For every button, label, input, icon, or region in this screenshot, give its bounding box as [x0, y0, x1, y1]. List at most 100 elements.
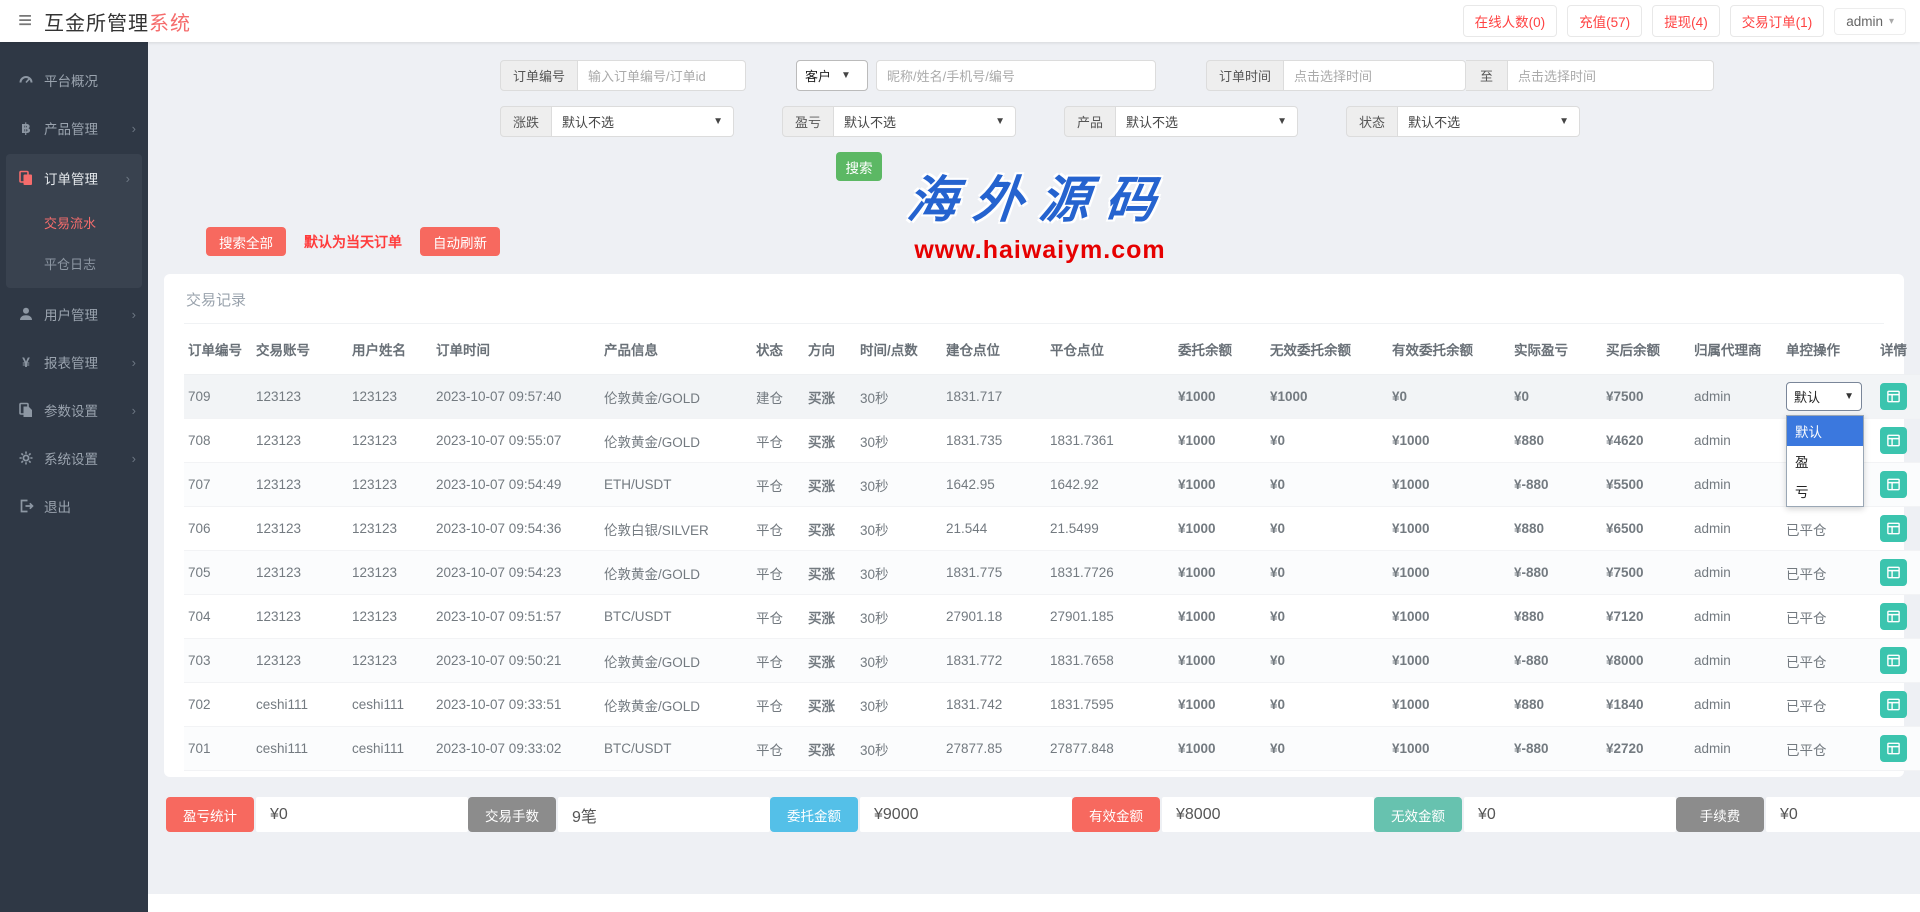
column-header: 单控操作: [1782, 324, 1876, 375]
filter-select[interactable]: 默认不选▼: [552, 106, 734, 137]
user-menu[interactable]: admin ▾: [1834, 8, 1906, 35]
time-end-input[interactable]: 点击选择时间: [1508, 60, 1714, 91]
cell-account: 123123: [252, 463, 348, 507]
sidebar-subitem-1[interactable]: 平仓日志: [6, 243, 142, 284]
filter-select[interactable]: 默认不选▼: [834, 106, 1016, 137]
logout-icon: [18, 498, 34, 514]
customer-input[interactable]: 昵称/姓名/手机号/编号: [876, 60, 1156, 91]
auto-refresh-button[interactable]: 自动刷新: [420, 227, 500, 256]
cell-status: 平仓: [752, 683, 804, 727]
column-header: 方向: [804, 324, 856, 375]
sidebar-subitem-0[interactable]: 交易流水: [6, 202, 142, 243]
sidebar-item-1[interactable]: ฿产品管理›: [0, 104, 148, 152]
table-detail-icon: [1886, 653, 1901, 668]
user-icon: [18, 306, 34, 322]
today-order-note: 默认为当天订单: [304, 232, 402, 252]
trade-order-count-button[interactable]: 交易订单(1): [1730, 5, 1825, 37]
cell-entrust-balance: ¥1000: [1174, 639, 1266, 683]
menu-toggle-icon[interactable]: ≡: [18, 9, 32, 33]
time-start-input[interactable]: 点击选择时间: [1284, 60, 1466, 91]
yen-icon: ¥: [18, 354, 34, 370]
cell-entrust-balance: ¥1000: [1174, 463, 1266, 507]
cell-valid-balance: ¥1000: [1388, 463, 1510, 507]
cell-account: 123123: [252, 419, 348, 463]
filter-select[interactable]: 默认不选▼: [1116, 106, 1298, 137]
withdraw-count-button[interactable]: 提现(4): [1652, 5, 1720, 37]
detail-button[interactable]: [1880, 603, 1907, 630]
search-all-button[interactable]: 搜索全部: [206, 227, 286, 256]
sidebar-item-7[interactable]: 退出: [0, 482, 148, 530]
cell-valid-balance: ¥0: [1388, 375, 1510, 419]
cell-status: 平仓: [752, 727, 804, 771]
dropdown-option[interactable]: 默认: [1787, 416, 1863, 446]
dropdown-option[interactable]: 亏: [1787, 476, 1863, 506]
cell-actual-profit: ¥0: [1510, 375, 1602, 419]
cell-control: 已平仓: [1782, 507, 1876, 551]
recharge-count-button[interactable]: 充值(57): [1567, 5, 1642, 37]
cell-agent: admin: [1690, 507, 1782, 551]
summary-value: ¥0: [256, 797, 468, 832]
cell-close-price: 21.5499: [1046, 507, 1174, 551]
trade-records-table: 订单编号交易账号用户姓名订单时间产品信息状态方向时间/点数建仓点位平仓点位委托余…: [184, 324, 1920, 771]
detail-button[interactable]: [1880, 383, 1907, 410]
cell-invalid-balance: ¥0: [1266, 463, 1388, 507]
column-header: 买后余额: [1602, 324, 1690, 375]
detail-button[interactable]: [1880, 735, 1907, 762]
column-header: 订单编号: [184, 324, 252, 375]
detail-button[interactable]: [1880, 691, 1907, 718]
summary-label: 无效金额: [1374, 797, 1462, 832]
table-detail-icon: [1886, 565, 1901, 580]
cell-detail: [1876, 727, 1920, 771]
detail-button[interactable]: [1880, 471, 1907, 498]
customer-type-select[interactable]: 客户▼: [796, 60, 868, 91]
cell-product: 伦敦黄金/GOLD: [600, 375, 752, 419]
column-header: 有效委托余额: [1388, 324, 1510, 375]
detail-button[interactable]: [1880, 559, 1907, 586]
cell-after-balance: ¥2720: [1602, 727, 1690, 771]
dropdown-option[interactable]: 盈: [1787, 446, 1863, 476]
filter-select[interactable]: 默认不选▼: [1398, 106, 1580, 137]
order-time-filter: 订单时间 点击选择时间 至 点击选择时间: [1206, 60, 1714, 91]
sidebar-item-3[interactable]: 用户管理›: [0, 290, 148, 338]
search-button[interactable]: 搜索: [836, 152, 882, 181]
order-no-input[interactable]: 输入订单编号/订单id: [578, 60, 746, 91]
cell-close-price: 1642.92: [1046, 463, 1174, 507]
gear-icon: [18, 450, 34, 466]
column-header: 详情: [1876, 324, 1920, 375]
orders-icon: [18, 170, 34, 186]
summary-label: 盈亏统计: [166, 797, 254, 832]
cell-agent: admin: [1690, 375, 1782, 419]
chevron-down-icon: ▼: [995, 116, 1005, 127]
cell-direction: 买涨: [804, 463, 856, 507]
cell-close-price: 1831.7595: [1046, 683, 1174, 727]
cell-agent: admin: [1690, 595, 1782, 639]
cell-duration: 30秒: [856, 375, 942, 419]
sidebar-item-0[interactable]: 平台概况: [0, 56, 148, 104]
table-row: 7091231231231232023-10-07 09:57:40伦敦黄金/G…: [184, 375, 1920, 419]
cell-valid-balance: ¥1000: [1388, 639, 1510, 683]
table-row: 701ceshi111ceshi1112023-10-07 09:33:02BT…: [184, 727, 1920, 771]
control-select[interactable]: 默认▼默认盈亏: [1786, 382, 1862, 411]
cell-actual-profit: ¥880: [1510, 595, 1602, 639]
online-count-button[interactable]: 在线人数(0): [1463, 5, 1558, 37]
cell-valid-balance: ¥1000: [1388, 419, 1510, 463]
table-row: 7051231231231232023-10-07 09:54:23伦敦黄金/G…: [184, 551, 1920, 595]
detail-button[interactable]: [1880, 427, 1907, 454]
column-header: 平仓点位: [1046, 324, 1174, 375]
column-header: 产品信息: [600, 324, 752, 375]
column-header: 归属代理商: [1690, 324, 1782, 375]
cell-account: ceshi111: [252, 727, 348, 771]
sidebar-item-2[interactable]: 订单管理›: [6, 154, 142, 202]
cell-after-balance: ¥6500: [1602, 507, 1690, 551]
detail-button[interactable]: [1880, 647, 1907, 674]
sidebar-item-6[interactable]: 系统设置›: [0, 434, 148, 482]
cell-order-id: 708: [184, 419, 252, 463]
detail-button[interactable]: [1880, 515, 1907, 542]
cell-user-name: 123123: [348, 639, 432, 683]
filter-select-group-0: 涨跌默认不选▼: [500, 106, 734, 137]
cell-duration: 30秒: [856, 727, 942, 771]
sidebar-item-4[interactable]: ¥报表管理›: [0, 338, 148, 386]
cell-control: 已平仓: [1782, 595, 1876, 639]
cell-actual-profit: ¥-880: [1510, 463, 1602, 507]
sidebar-item-5[interactable]: 参数设置›: [0, 386, 148, 434]
